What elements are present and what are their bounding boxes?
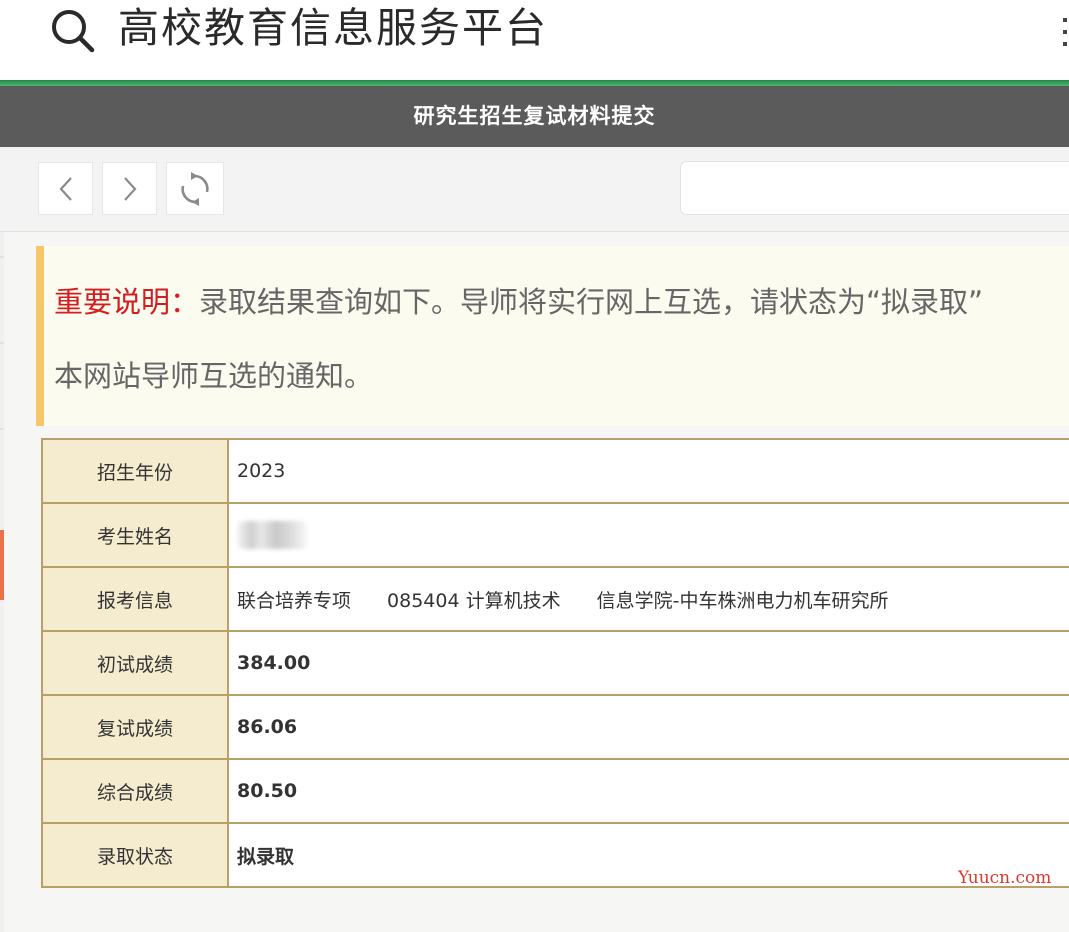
row-label-application: 报考信息 [41,566,229,632]
watermark: Yuucn.com [958,868,1052,888]
url-input[interactable] [680,161,1069,215]
admission-info-table: 招生年份 2023 考生姓名 报考信息 联合培养专项 085404 计算机技术 信息… [41,438,1069,888]
app-title: 高校教育信息服务平台 [118,4,548,52]
chevron-right-icon [123,176,136,201]
table-row: 招生年份 2023 [41,438,1069,504]
row-label-retest-score: 复试成绩 [41,694,229,760]
application-type: 联合培养专项 [237,589,352,612]
row-value-name [227,502,1069,568]
row-label-year: 招生年份 [41,438,229,504]
row-value-year: 2023 [227,438,1069,504]
row-label-admission-status: 录取状态 [41,822,229,888]
table-row: 报考信息 联合培养专项 085404 计算机技术 信息学院-中车株洲电力机车研究所 [41,566,1069,632]
page-content: 重要说明：录取结果查询如下。导师将实行网上互选，请状态为“拟录取” 本网站导师互… [0,232,1069,932]
refresh-button[interactable] [166,162,224,215]
notice-box: 重要说明：录取结果查询如下。导师将实行网上互选，请状态为“拟录取” 本网站导师互… [36,246,1069,426]
application-major: 085404 计算机技术 [387,589,561,612]
table-row: 录取状态 拟录取 [41,822,1069,888]
side-active-marker [0,530,4,600]
side-divider [0,256,4,258]
redacted-name [237,521,307,549]
row-value-total-score: 80.50 [227,758,1069,824]
more-menu-icon[interactable] [1063,10,1069,60]
notice-label: 重要说明： [54,285,200,319]
application-institute: 信息学院-中车株洲电力机车研究所 [596,589,889,612]
table-row: 综合成绩 80.50 [41,758,1069,824]
row-value-retest-score: 86.06 [227,694,1069,760]
app-header: 高校教育信息服务平台 [0,0,1069,82]
notice-text: 录取结果查询如下。导师将实行网上互选，请状态为“拟录取” [199,285,984,319]
search-icon[interactable] [48,6,96,54]
table-row: 复试成绩 86.06 [41,694,1069,760]
table-row: 考生姓名 [41,502,1069,568]
page-title-bar: 研究生招生复试材料提交 [0,86,1069,147]
notice-line-2: 本网站导师互选的通知。 [54,359,374,393]
browser-toolbar [0,147,1069,232]
notice-line-1: 重要说明：录取结果查询如下。导师将实行网上互选，请状态为“拟录取” [54,282,983,322]
row-value-application: 联合培养专项 085404 计算机技术 信息学院-中车株洲电力机车研究所 [227,566,1069,632]
row-label-total-score: 综合成绩 [41,758,229,824]
back-button[interactable] [38,162,93,215]
row-value-initial-score: 384.00 [227,630,1069,696]
chevron-left-icon [59,176,72,201]
row-label-name: 考生姓名 [41,502,229,568]
side-divider [0,342,4,344]
row-label-initial-score: 初试成绩 [41,630,229,696]
row-value-admission-status: 拟录取 [227,822,1069,888]
refresh-icon [181,171,209,206]
forward-button[interactable] [102,162,157,215]
side-divider [0,428,4,430]
table-row: 初试成绩 384.00 [41,630,1069,696]
